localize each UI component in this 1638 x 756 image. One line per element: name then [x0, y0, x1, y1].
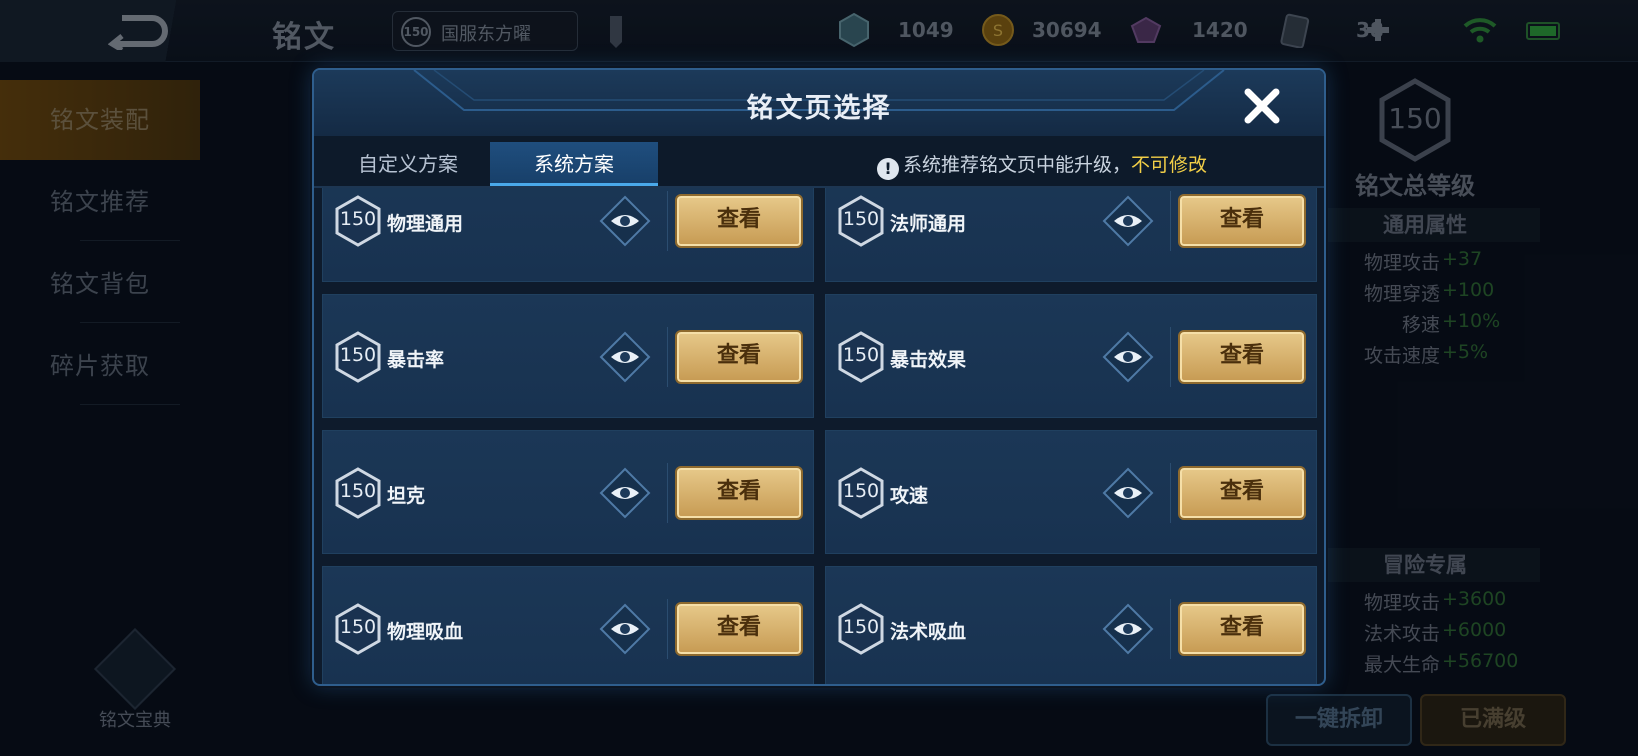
tab-custom-plan[interactable]: 自定义方案: [328, 142, 488, 186]
view-button[interactable]: 查看: [675, 602, 803, 656]
tab-system-plan[interactable]: 系统方案: [490, 142, 658, 186]
rune-page-card[interactable]: 150 暴击率 查看: [322, 294, 814, 418]
rune-level-value: 150: [842, 480, 880, 502]
rune-page-name: 法师通用: [890, 213, 967, 235]
rune-page-name: 攻速: [890, 485, 929, 507]
eye-icon[interactable]: [1102, 467, 1154, 519]
rune-page-name: 物理通用: [387, 213, 464, 235]
rune-page-card[interactable]: 150 物理通用 查看: [322, 188, 814, 282]
eye-icon[interactable]: [599, 467, 651, 519]
eye-icon[interactable]: [599, 195, 651, 247]
notice-text: 系统推荐铭文页中能升级，: [903, 154, 1132, 176]
close-icon[interactable]: [1240, 84, 1284, 128]
card-divider: [667, 191, 668, 251]
rune-page-select-dialog: 铭文页选择 自定义方案 系统方案 ! 系统推荐铭文页中能升级，不可修改 150 物理…: [312, 68, 1326, 686]
rune-level-value: 150: [339, 208, 377, 230]
rune-page-card[interactable]: 150 物理吸血 查看: [322, 566, 814, 684]
tab-bar: 自定义方案 系统方案 ! 系统推荐铭文页中能升级，不可修改: [314, 136, 1324, 188]
rune-page-card[interactable]: 150 暴击效果 查看: [825, 294, 1317, 418]
rune-page-name: 物理吸血: [387, 621, 464, 643]
rune-level-badge: 150: [333, 194, 383, 248]
rune-page-name: 暴击效果: [890, 349, 967, 371]
dialog-header: 铭文页选择: [314, 70, 1324, 136]
rune-level-value: 150: [339, 480, 377, 502]
eye-icon[interactable]: [1102, 195, 1154, 247]
rune-level-value: 150: [842, 208, 880, 230]
exclamation-icon: !: [877, 158, 899, 180]
card-divider: [667, 599, 668, 659]
rune-level-badge: 150: [836, 330, 886, 384]
rune-level-badge: 150: [333, 466, 383, 520]
rune-page-card[interactable]: 150 攻速 查看: [825, 430, 1317, 554]
rune-level-value: 150: [842, 344, 880, 366]
card-divider: [1170, 191, 1171, 251]
view-button[interactable]: 查看: [675, 466, 803, 520]
rune-page-card[interactable]: 150 法师通用 查看: [825, 188, 1317, 282]
rune-level-badge: 150: [836, 602, 886, 656]
card-divider: [667, 327, 668, 387]
rune-page-card[interactable]: 150 法术吸血 查看: [825, 566, 1317, 684]
rune-level-badge: 150: [836, 194, 886, 248]
rune-page-card[interactable]: 150 坦克 查看: [322, 430, 814, 554]
rune-level-badge: 150: [836, 466, 886, 520]
eye-icon[interactable]: [599, 331, 651, 383]
eye-icon[interactable]: [599, 603, 651, 655]
rune-level-value: 150: [339, 344, 377, 366]
rune-page-name: 坦克: [387, 485, 426, 507]
rune-level-value: 150: [842, 616, 880, 638]
eye-icon[interactable]: [1102, 331, 1154, 383]
rune-page-name: 暴击率: [387, 349, 445, 371]
dialog-title: 铭文页选择: [746, 93, 892, 124]
card-divider: [1170, 599, 1171, 659]
rune-level-value: 150: [339, 616, 377, 638]
eye-icon[interactable]: [1102, 603, 1154, 655]
card-divider: [1170, 327, 1171, 387]
view-button[interactable]: 查看: [1178, 602, 1306, 656]
rune-page-list[interactable]: 150 物理通用 查看 150 法师通用 查看 150 暴击率 查看 150 暴击效果 查看 150 坦克…: [314, 188, 1324, 684]
view-button[interactable]: 查看: [675, 194, 803, 248]
card-divider: [1170, 463, 1171, 523]
system-plan-notice: ! 系统推荐铭文页中能升级，不可修改: [877, 150, 1208, 180]
rune-page-name: 法术吸血: [890, 621, 967, 643]
view-button[interactable]: 查看: [1178, 466, 1306, 520]
view-button[interactable]: 查看: [1178, 330, 1306, 384]
view-button[interactable]: 查看: [1178, 194, 1306, 248]
rune-level-badge: 150: [333, 602, 383, 656]
view-button[interactable]: 查看: [675, 330, 803, 384]
notice-highlight: 不可修改: [1131, 154, 1208, 176]
card-divider: [667, 463, 668, 523]
rune-level-badge: 150: [333, 330, 383, 384]
